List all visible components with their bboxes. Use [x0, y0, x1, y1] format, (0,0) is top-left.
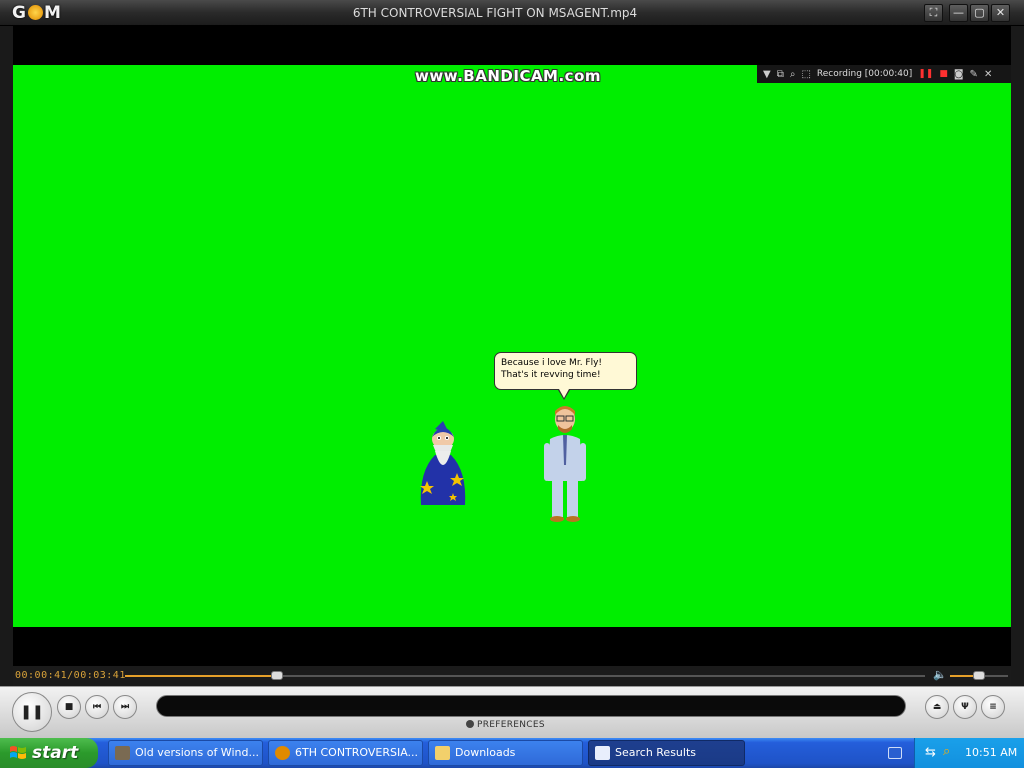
close-button[interactable]: ✕	[991, 4, 1010, 22]
seek-strip: 00:00:41/00:03:41 🔈	[13, 666, 1011, 686]
pen-icon[interactable]: ✎	[970, 69, 978, 80]
pause-icon: ❚❚	[20, 704, 44, 720]
pause-recording-icon[interactable]: ❚❚	[918, 69, 933, 79]
taskbar-item-label: Downloads	[455, 746, 516, 759]
menu-icon: ≡	[989, 702, 997, 712]
timecode: 00:00:41/00:03:41	[15, 670, 126, 681]
menu-button[interactable]: ≡	[981, 695, 1005, 719]
stop-icon: ■	[64, 702, 74, 712]
taskbar-item-search-results[interactable]: Search Results	[588, 740, 745, 766]
minimize-icon: —	[953, 6, 964, 19]
window-mode-icon[interactable]: ⧉	[777, 69, 784, 80]
equalizer-icon: Ψ	[961, 702, 969, 712]
network-icon[interactable]: ⇆	[925, 745, 936, 760]
video-frame: www.BANDICAM.com ▼ ⧉ ⌕ ⬚ Recording [00:0…	[13, 65, 1011, 627]
bandicam-recording-bar[interactable]: ▼ ⧉ ⌕ ⬚ Recording [00:00:40] ❚❚ ■ ◙ ✎ ✕	[757, 65, 1011, 83]
browser-icon	[115, 746, 130, 760]
search-results-icon	[595, 746, 610, 760]
taskbar-item-old-versions[interactable]: Old versions of Wind...	[108, 740, 263, 766]
preferences-icon	[466, 720, 474, 728]
next-button[interactable]: ⏭	[113, 695, 137, 719]
maximize-button[interactable]: ▢	[970, 4, 989, 22]
region-icon[interactable]: ⬚	[801, 69, 810, 80]
eject-button[interactable]: ⏏	[925, 695, 949, 719]
start-label: start	[32, 743, 79, 763]
camera-icon[interactable]: ◙	[954, 69, 964, 80]
seek-bar[interactable]	[125, 671, 925, 680]
taskbar-item-gom-player[interactable]: 6TH CONTROVERSIA...	[268, 740, 423, 766]
wizard-character	[420, 421, 466, 505]
system-tray: ⇆ ⌕ 10:51 AM	[914, 738, 1024, 768]
eject-icon: ⏏	[932, 702, 942, 712]
dropdown-icon[interactable]: ▼	[763, 69, 771, 80]
stop-recording-icon[interactable]: ■	[939, 69, 948, 79]
close-icon: ✕	[995, 6, 1006, 19]
seek-handle[interactable]	[271, 671, 283, 680]
recording-status: Recording [00:00:40]	[816, 69, 913, 79]
fullscreen-icon: ⛶	[929, 6, 938, 19]
video-area[interactable]: www.BANDICAM.com ▼ ⧉ ⌕ ⬚ Recording [00:0…	[13, 26, 1011, 666]
taskbar-item-downloads[interactable]: Downloads	[428, 740, 583, 766]
equalizer-button[interactable]: Ψ	[953, 695, 977, 719]
control-panel: ❚❚ ■ ⏮ ⏭ ⏏ Ψ ≡ PREFERENCES	[0, 686, 1024, 738]
windows-flag-icon	[10, 746, 26, 759]
close-recorder-icon[interactable]: ✕	[984, 69, 992, 80]
clock: 10:51 AM	[965, 746, 1018, 759]
speech-bubble: Because i love Mr. Fly! That's it revvin…	[494, 352, 637, 400]
search-icon[interactable]: ⌕	[943, 744, 950, 759]
volume-icon[interactable]: 🔈	[933, 668, 947, 681]
taskbar-item-label: 6TH CONTROVERSIA...	[295, 746, 419, 759]
player-titlebar[interactable]: GM 6TH CONTROVERSIAL FIGHT ON MSAGENT.mp…	[0, 0, 1024, 26]
next-icon: ⏭	[120, 702, 130, 712]
window-title: 6TH CONTROVERSIAL FIGHT ON MSAGENT.mp4	[352, 6, 638, 20]
screen: GM 6TH CONTROVERSIAL FIGHT ON MSAGENT.mp…	[0, 0, 1024, 768]
preferences-button[interactable]: PREFERENCES	[466, 720, 545, 730]
taskbar-item-label: Search Results	[615, 746, 697, 759]
maximize-icon: ▢	[974, 6, 985, 19]
taskbar: start Old versions of Wind... 6TH CONTRO…	[0, 738, 1024, 768]
bandicam-watermark: www.BANDICAM.com	[415, 67, 602, 85]
prev-icon: ⏮	[92, 702, 102, 712]
fullscreen-button[interactable]: ⛶	[924, 4, 943, 22]
businessman-character	[544, 406, 586, 522]
search-icon[interactable]: ⌕	[790, 69, 796, 80]
seek-progress	[125, 675, 277, 677]
keyboard-icon[interactable]	[888, 747, 902, 759]
gom-player-icon	[275, 746, 290, 760]
volume-handle[interactable]	[973, 671, 985, 680]
stop-button[interactable]: ■	[57, 695, 81, 719]
taskbar-item-label: Old versions of Wind...	[135, 746, 259, 759]
preferences-label: PREFERENCES	[477, 720, 545, 730]
pause-button[interactable]: ❚❚	[12, 692, 52, 732]
start-button[interactable]: start	[0, 738, 98, 768]
folder-icon	[435, 746, 450, 760]
playlist-bar[interactable]	[156, 695, 906, 717]
volume-slider[interactable]	[950, 671, 1008, 680]
gom-logo-icon: GM	[12, 3, 62, 23]
previous-button[interactable]: ⏮	[85, 695, 109, 719]
minimize-button[interactable]: —	[949, 4, 968, 22]
